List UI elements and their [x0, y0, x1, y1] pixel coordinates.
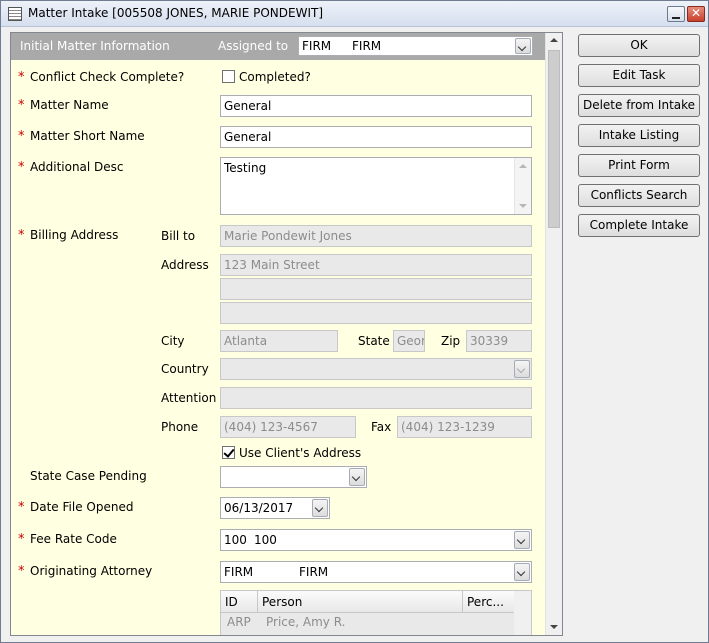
date-file-opened-label: Date File Opened [30, 500, 134, 514]
attention-label: Attention [161, 391, 217, 405]
originating-attorney-name: FIRM [299, 565, 329, 579]
attention-input[interactable] [220, 387, 532, 409]
state-case-pending-label: State Case Pending [30, 469, 147, 483]
chevron-down-icon[interactable] [514, 360, 530, 378]
column-header-person[interactable]: Person [258, 591, 463, 613]
close-button[interactable] [687, 6, 705, 22]
matter-short-name-input[interactable]: General [220, 126, 532, 148]
required-marker: * [18, 70, 25, 85]
bill-to-label: Bill to [161, 229, 196, 243]
assigned-to-code: FIRM [302, 39, 332, 53]
address-line1-input[interactable]: 123 Main Street [220, 254, 532, 276]
required-marker: * [18, 228, 25, 243]
matter-short-name-label: Matter Short Name [30, 129, 145, 143]
state-label: State [358, 334, 390, 348]
use-client-address-checkbox[interactable] [222, 446, 235, 459]
country-label: Country [161, 362, 209, 376]
form-panel: Initial Matter Information Assigned to F… [10, 32, 563, 636]
originating-attorney-grid: ID Person Perc... ARP Price, Amy R. [220, 590, 532, 635]
assigned-to-label: Assigned to [218, 39, 289, 53]
required-marker: * [18, 160, 25, 175]
use-client-address-label: Use Client's Address [239, 446, 362, 460]
minimize-button[interactable] [667, 6, 685, 22]
required-marker: * [18, 500, 25, 515]
delete-from-intake-button[interactable]: Delete from Intake [578, 94, 700, 117]
bill-to-input[interactable]: Marie Pondewit Jones [220, 225, 532, 247]
required-marker: * [18, 532, 25, 547]
assigned-to-select[interactable]: FIRM FIRM [298, 36, 533, 56]
grid-row-id[interactable]: ARP [227, 615, 251, 629]
fee-rate-code-desc: 100 [254, 533, 277, 547]
fee-rate-code-label: Fee Rate Code [30, 532, 117, 546]
conflict-check-label: Conflict Check Complete? [30, 70, 185, 84]
state-case-pending-select[interactable] [220, 466, 367, 488]
zip-label: Zip [441, 334, 461, 348]
grid-header: ID Person Perc... [221, 591, 515, 613]
scroll-down-icon[interactable] [550, 625, 558, 629]
matter-name-input[interactable]: General [220, 95, 532, 117]
edit-task-button[interactable]: Edit Task [578, 64, 700, 87]
originating-attorney-select[interactable]: FIRM FIRM [220, 561, 532, 583]
phone-label: Phone [161, 420, 199, 434]
conflicts-search-button[interactable]: Conflicts Search [578, 184, 700, 207]
assigned-to-name: FIRM [352, 39, 382, 53]
fee-rate-code-select[interactable]: 100 100 [220, 529, 532, 551]
chevron-down-icon[interactable] [349, 468, 365, 486]
chevron-down-icon[interactable] [514, 531, 530, 549]
date-file-opened-picker[interactable]: 06/13/2017 [220, 497, 330, 519]
date-file-opened-value: 06/13/2017 [224, 501, 294, 515]
additional-desc-textarea[interactable]: Testing [220, 157, 532, 215]
originating-attorney-label: Originating Attorney [30, 564, 153, 578]
title-bar[interactable]: Matter Intake [005508 JONES, MARIE PONDE… [1, 1, 708, 27]
city-label: City [161, 334, 185, 348]
form-body: Initial Matter Information Assigned to F… [11, 33, 545, 635]
state-input[interactable]: Geor [393, 330, 425, 352]
scroll-up-icon[interactable] [519, 164, 527, 168]
scroll-down-icon[interactable] [519, 204, 527, 208]
form-icon [8, 7, 22, 21]
print-form-button[interactable]: Print Form [578, 154, 700, 177]
matter-name-label: Matter Name [30, 98, 109, 112]
complete-intake-button[interactable]: Complete Intake [578, 214, 700, 237]
originating-attorney-code: FIRM [224, 565, 254, 579]
calendar-dropdown-icon[interactable] [312, 499, 328, 517]
billing-address-label: Billing Address [30, 228, 119, 242]
address-line2-input[interactable] [220, 278, 532, 300]
completed-label: Completed? [239, 70, 311, 84]
scroll-up-icon[interactable] [550, 38, 558, 42]
scrollbar-thumb[interactable] [548, 50, 560, 228]
section-title: Initial Matter Information [20, 39, 170, 53]
required-marker: * [18, 564, 25, 579]
completed-checkbox[interactable] [222, 70, 235, 83]
address-line3-input[interactable] [220, 302, 532, 324]
fee-rate-code-value: 100 [224, 533, 247, 547]
required-marker: * [18, 98, 25, 113]
address-label: Address [161, 258, 209, 272]
additional-desc-label: Additional Desc [30, 160, 124, 174]
chevron-down-icon[interactable] [514, 563, 530, 581]
ok-button[interactable]: OK [578, 34, 700, 57]
country-select[interactable] [220, 358, 532, 380]
matter-intake-window: Matter Intake [005508 JONES, MARIE PONDE… [0, 0, 709, 643]
textarea-scrollbar[interactable] [514, 158, 531, 214]
zip-input[interactable]: 30339 [466, 330, 532, 352]
grid-row-person[interactable]: Price, Amy R. [266, 615, 345, 629]
additional-desc-text: Testing [224, 161, 267, 175]
fax-input[interactable]: (404) 123-1239 [397, 416, 532, 438]
chevron-down-icon[interactable] [515, 38, 531, 54]
intake-listing-button[interactable]: Intake Listing [578, 124, 700, 147]
column-header-percent[interactable]: Perc... [463, 591, 515, 613]
form-scrollbar[interactable] [545, 33, 562, 635]
fax-label: Fax [371, 420, 392, 434]
city-input[interactable]: Atlanta [220, 330, 338, 352]
column-header-id[interactable]: ID [221, 591, 258, 613]
phone-input[interactable]: (404) 123-4567 [220, 416, 356, 438]
grid-scrollbar[interactable] [514, 591, 531, 635]
window-title: Matter Intake [005508 JONES, MARIE PONDE… [28, 6, 323, 20]
required-marker: * [18, 129, 25, 144]
